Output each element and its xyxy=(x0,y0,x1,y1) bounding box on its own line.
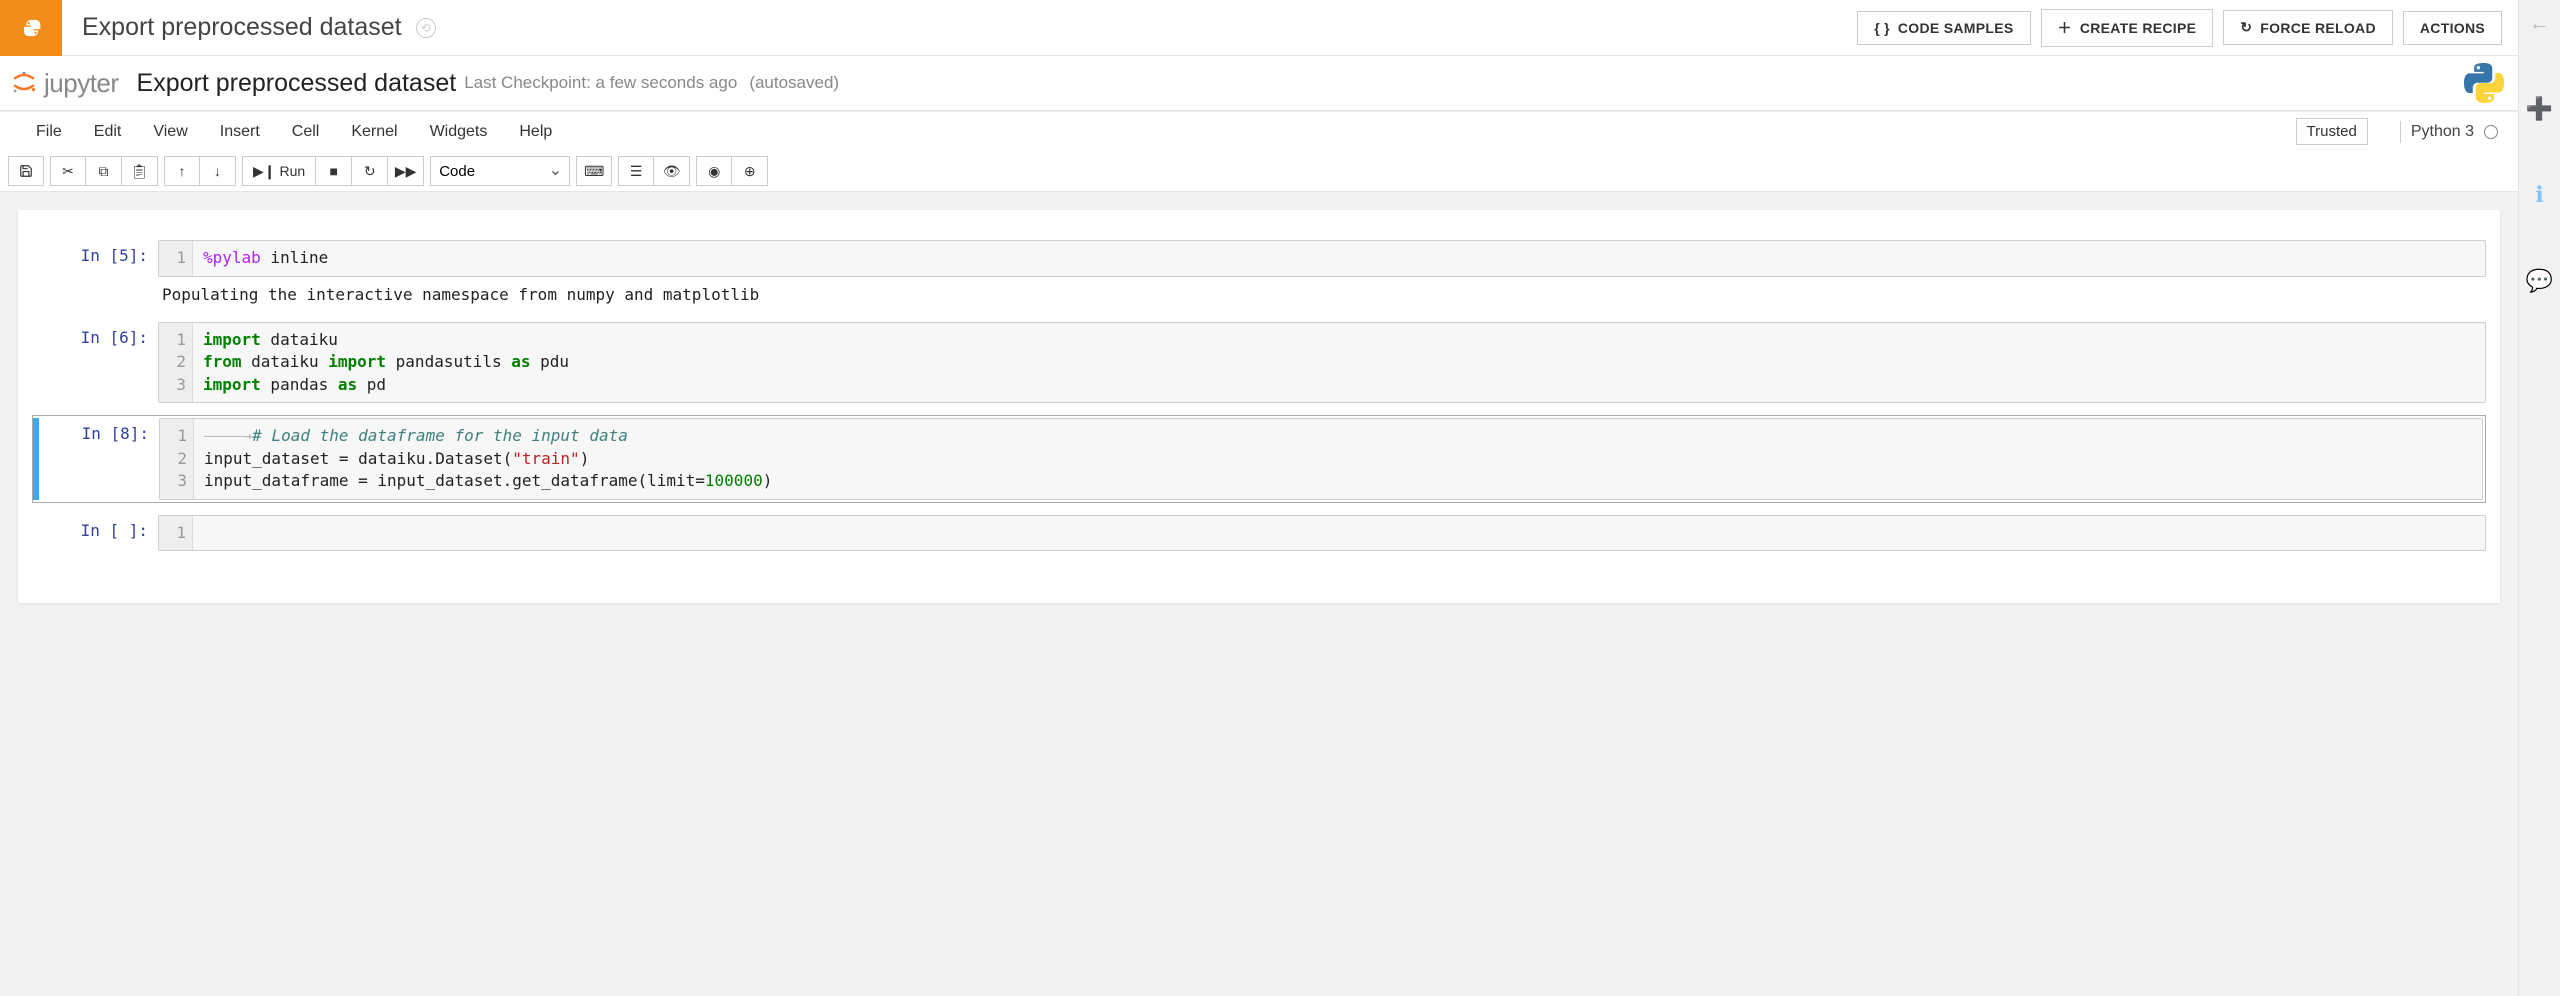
app-logo[interactable] xyxy=(0,0,62,56)
force-reload-label: FORCE RELOAD xyxy=(2260,20,2376,36)
fast-forward-icon: ▶▶ xyxy=(395,163,417,180)
code-samples-button[interactable]: { } CODE SAMPLES xyxy=(1857,11,2030,45)
autosaved-text: (autosaved) xyxy=(749,73,839,93)
interrupt-button[interactable]: ■ xyxy=(316,156,352,186)
list-icon: ☰ xyxy=(630,163,643,180)
menu-widgets[interactable]: Widgets xyxy=(414,123,504,141)
arrow-down-icon: ↓ xyxy=(214,163,221,179)
jupyter-logo-icon xyxy=(10,68,38,99)
save-button[interactable] xyxy=(8,156,44,186)
restart-button[interactable]: ↻ xyxy=(352,156,388,186)
jupyter-toolbar: ✂ ⧉ 📋︎ ↑ ↓ ▶❙Run ■ ↻ ▶▶ Code ⌨ xyxy=(0,151,2518,191)
kernel-separator xyxy=(2400,121,2401,143)
kernel-indicator-icon xyxy=(2484,125,2498,139)
actions-button[interactable]: ACTIONS xyxy=(2403,11,2502,45)
play-step-icon: ▶❙ xyxy=(253,163,276,180)
cell-prompt: In [8]: xyxy=(39,418,159,500)
code-text[interactable]: ――――→# Load the dataframe for the input … xyxy=(194,419,2482,499)
line-gutter: 1 xyxy=(159,516,193,551)
save-icon xyxy=(19,164,33,178)
line-gutter: 123 xyxy=(159,323,193,403)
refresh-icon[interactable]: ⟲ xyxy=(416,18,436,38)
target-button[interactable]: ◉ xyxy=(696,156,732,186)
code-input[interactable]: 123――――→# Load the dataframe for the inp… xyxy=(159,418,2483,500)
paste-icon: 📋︎ xyxy=(131,163,149,180)
code-input[interactable]: 123import dataiku from dataiku import pa… xyxy=(158,322,2486,404)
checkpoint-text: Last Checkpoint: a few seconds ago xyxy=(464,73,737,93)
stop-icon: ■ xyxy=(329,163,337,179)
right-rail: ← ➕ ℹ 💬 xyxy=(2518,0,2560,996)
menu-help[interactable]: Help xyxy=(503,123,568,141)
command-palette-button[interactable]: ⌨ xyxy=(576,156,612,186)
eye-button[interactable]: 👁 xyxy=(654,156,690,186)
move-up-button[interactable]: ↑ xyxy=(164,156,200,186)
notebook: In [5]:1%pylab inlinePopulating the inte… xyxy=(18,210,2500,603)
plus-icon: ＋ xyxy=(2058,18,2072,38)
menu-file[interactable]: File xyxy=(20,123,78,141)
code-cell[interactable]: In [5]:1%pylab inlinePopulating the inte… xyxy=(32,238,2486,310)
cell-output: Populating the interactive namespace fro… xyxy=(158,277,2486,308)
force-reload-button[interactable]: ↻ FORCE RELOAD xyxy=(2223,10,2393,45)
list-button[interactable]: ☰ xyxy=(618,156,654,186)
copy-button[interactable]: ⧉ xyxy=(86,156,122,186)
run-button[interactable]: ▶❙Run xyxy=(242,156,316,186)
line-gutter: 1 xyxy=(159,241,193,276)
target-icon: ◉ xyxy=(708,163,720,180)
create-recipe-label: CREATE RECIPE xyxy=(2080,20,2196,36)
cut-icon: ✂ xyxy=(62,163,74,180)
app-topbar: Export preprocessed dataset ⟲ { } CODE SA… xyxy=(0,0,2518,56)
menu-edit[interactable]: Edit xyxy=(78,123,138,141)
jupyter-header: jupyter Export preprocessed dataset Last… xyxy=(0,56,2518,110)
chat-icon[interactable]: 💬 xyxy=(2526,268,2553,294)
cell-prompt: In [5]: xyxy=(38,240,158,308)
code-text[interactable]: %pylab inline xyxy=(193,241,2485,276)
arrow-up-icon: ↑ xyxy=(179,163,186,179)
braces-icon: { } xyxy=(1874,20,1890,36)
restart-icon: ↻ xyxy=(364,163,376,180)
create-recipe-button[interactable]: ＋ CREATE RECIPE xyxy=(2041,9,2214,47)
notebook-title[interactable]: Export preprocessed dataset xyxy=(137,69,457,98)
code-text[interactable] xyxy=(193,516,2485,551)
code-samples-label: CODE SAMPLES xyxy=(1898,20,2014,36)
cut-button[interactable]: ✂ xyxy=(50,156,86,186)
code-input[interactable]: 1%pylab inline xyxy=(158,240,2486,277)
info-icon[interactable]: ℹ xyxy=(2535,182,2543,208)
code-input[interactable]: 1 xyxy=(158,515,2486,552)
cell-type-select[interactable]: Code xyxy=(430,156,570,186)
notebook-container: In [5]:1%pylab inlinePopulating the inte… xyxy=(0,192,2518,996)
page-title: Export preprocessed dataset xyxy=(82,13,402,42)
python-icon xyxy=(2464,63,2504,103)
restart-run-all-button[interactable]: ▶▶ xyxy=(388,156,424,186)
copy-icon: ⧉ xyxy=(99,163,109,180)
kernel-name[interactable]: Python 3 xyxy=(2411,123,2474,141)
menu-cell[interactable]: Cell xyxy=(276,123,336,141)
move-down-button[interactable]: ↓ xyxy=(200,156,236,186)
code-cell[interactable]: In [8]:123――――→# Load the dataframe for … xyxy=(32,415,2486,503)
menu-kernel[interactable]: Kernel xyxy=(335,123,413,141)
line-gutter: 123 xyxy=(160,419,194,499)
code-cell[interactable]: In [ ]:1 xyxy=(32,513,2486,554)
reload-icon: ↻ xyxy=(2240,19,2252,36)
menu-insert[interactable]: Insert xyxy=(204,123,276,141)
plus-circle-icon[interactable]: ➕ xyxy=(2526,96,2553,122)
paste-button[interactable]: 📋︎ xyxy=(122,156,158,186)
jupyter-logo-text: jupyter xyxy=(44,68,119,99)
circle-plus-icon: ⊕ xyxy=(744,163,756,180)
code-cell[interactable]: In [6]:123import dataiku from dataiku im… xyxy=(32,320,2486,406)
jupyter-logo[interactable]: jupyter xyxy=(10,68,119,99)
actions-label: ACTIONS xyxy=(2420,20,2485,36)
cell-prompt: In [ ]: xyxy=(38,515,158,552)
insert-above-button[interactable]: ⊕ xyxy=(732,156,768,186)
jupyter-menubar: File Edit View Insert Cell Kernel Widget… xyxy=(0,111,2518,151)
eye-icon: 👁 xyxy=(663,163,681,180)
app-logo-icon xyxy=(17,14,45,42)
run-label: Run xyxy=(280,163,306,179)
cell-prompt: In [6]: xyxy=(38,322,158,404)
back-arrow-icon[interactable]: ← xyxy=(2529,10,2551,36)
trusted-badge[interactable]: Trusted xyxy=(2296,118,2368,145)
keyboard-icon: ⌨ xyxy=(584,163,604,180)
menu-view[interactable]: View xyxy=(137,123,203,141)
code-text[interactable]: import dataiku from dataiku import panda… xyxy=(193,323,2485,403)
